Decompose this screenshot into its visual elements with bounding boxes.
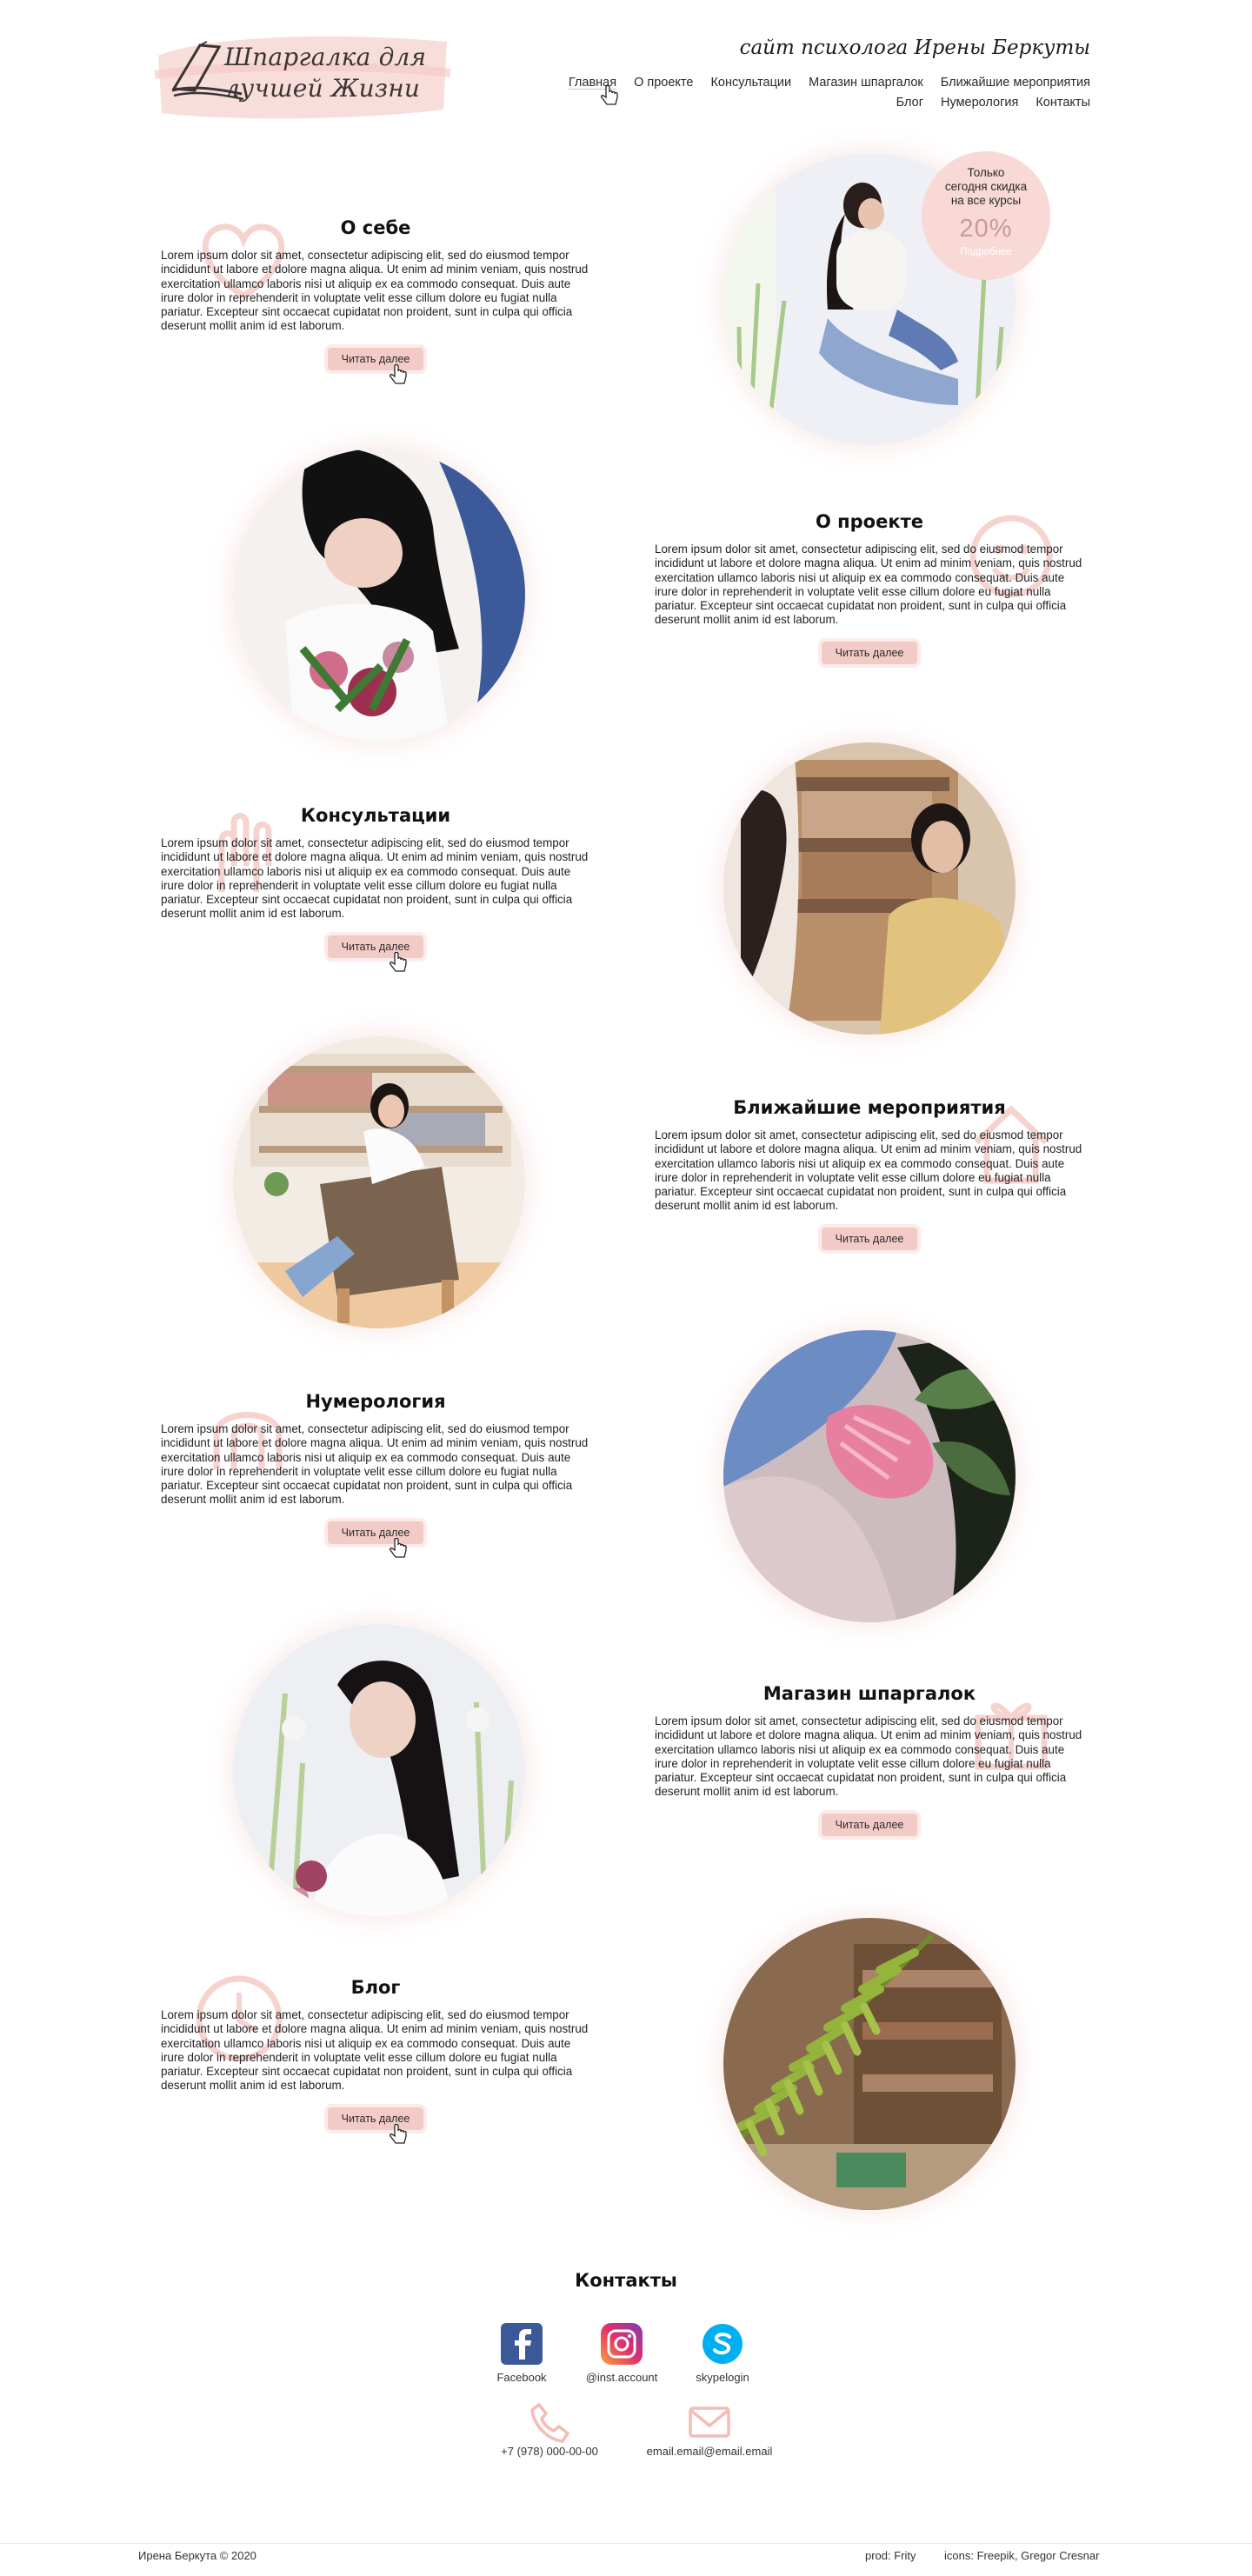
phone-contact[interactable]: +7 (978) 000-00-00 (471, 2398, 628, 2458)
promo-more-link[interactable]: Подробнее (922, 247, 1050, 257)
site-logo[interactable]: Шпаргалка для лучшей Жизни (153, 30, 452, 123)
photo-woman-smiling (233, 1624, 525, 1916)
section-title: О себе (340, 217, 411, 238)
facebook-link[interactable]: Facebook (474, 2321, 569, 2386)
section-blog: Блог Lorem ipsum dolor sit amet, consect… (161, 1975, 590, 2144)
section-text: Lorem ipsum dolor sit amet, consectetur … (655, 1128, 1082, 1213)
section-text: Lorem ipsum dolor sit amet, consectetur … (655, 542, 1082, 627)
read-more-button[interactable]: Читать далее (822, 641, 917, 664)
section-shop: Магазин шпаргалок Lorem ipsum dolor sit … (655, 1683, 1084, 1836)
skype-link[interactable]: skypelogin (675, 2321, 770, 2386)
nav-item-about-project[interactable]: О проекте (634, 73, 693, 93)
section-text: Lorem ipsum dolor sit amet, consectetur … (161, 249, 589, 333)
footer-copyright: Ирена Беркута © 2020 (138, 2549, 256, 2562)
footer-divider (0, 2543, 1252, 2544)
promo-percent: 20% (959, 215, 1013, 243)
nav-item-shop[interactable]: Магазин шпаргалок (809, 73, 923, 93)
read-more-button[interactable]: Читать далее (822, 1227, 917, 1250)
instagram-icon (601, 2323, 643, 2365)
nav-item-blog[interactable]: Блог (896, 93, 923, 113)
photo-woman-armchair (233, 1036, 525, 1328)
hand-cursor-icon (389, 1537, 407, 1558)
section-title: Нумерология (305, 1391, 446, 1412)
promo-line-3: на все курсы (950, 194, 1022, 207)
phone-icon (530, 2403, 569, 2443)
section-upcoming-events: Ближайшие мероприятия Lorem ipsum dolor … (655, 1097, 1084, 1250)
read-more-button[interactable]: Читать далее (328, 935, 423, 958)
section-consultations: Консультации Lorem ipsum dolor sit amet,… (161, 805, 590, 972)
photo-protea-flower (723, 1330, 1016, 1622)
email-contact[interactable]: email.email@email.email (631, 2398, 788, 2458)
section-title: Ближайшие мероприятия (733, 1097, 1006, 1118)
photo-woman-flowers (233, 449, 525, 741)
phone-number: +7 (978) 000-00-00 (501, 2445, 598, 2458)
nav-item-events[interactable]: Ближайшие мероприятия (941, 73, 1090, 93)
instagram-label: @inst.account (585, 2371, 658, 2384)
hand-cursor-icon (389, 2123, 407, 2144)
section-text: Lorem ipsum dolor sit amet, consectetur … (161, 836, 589, 921)
read-more-button[interactable]: Читать далее (328, 1521, 423, 1544)
nav-item-contacts[interactable]: Контакты (1036, 93, 1090, 113)
section-text: Lorem ipsum dolor sit amet, consectetur … (161, 1422, 589, 1507)
photo-fern-library (723, 1918, 1016, 2210)
hand-cursor-icon (600, 85, 618, 105)
footer-icons-credit: icons: Freepik, Gregor Cresnar (944, 2549, 1100, 2562)
facebook-label: Facebook (496, 2371, 547, 2384)
hand-cursor-icon (389, 363, 407, 384)
instagram-link[interactable]: @inst.account (574, 2321, 669, 2386)
section-numerology: Нумерология Lorem ipsum dolor sit amet, … (161, 1391, 590, 1558)
section-title: О проекте (815, 511, 924, 532)
facebook-icon (501, 2323, 543, 2365)
read-more-button[interactable]: Читать далее (328, 2107, 423, 2130)
section-text: Lorem ipsum dolor sit amet, consectetur … (655, 1714, 1082, 1799)
discount-promo-badge[interactable]: Только сегодня скидка на все курсы 20% П… (922, 151, 1050, 280)
logo-text: Шпаргалка для лучшей Жизни (224, 43, 427, 103)
contacts-title: Контакты (575, 2270, 677, 2291)
read-more-button[interactable]: Читать далее (328, 347, 423, 370)
section-title: Магазин шпаргалок (763, 1683, 976, 1704)
email-address: email.email@email.email (646, 2445, 773, 2458)
envelope-icon (689, 2406, 730, 2438)
read-more-button[interactable]: Читать далее (822, 1813, 917, 1836)
section-about-me: О себе Lorem ipsum dolor sit amet, conse… (161, 217, 590, 384)
promo-line-2: сегодня скидка (944, 180, 1028, 193)
section-title: Блог (350, 1977, 401, 1998)
skype-icon (703, 2324, 743, 2364)
footer-production-credit: prod: Frity (865, 2549, 916, 2562)
promo-line-1: Только (967, 166, 1005, 179)
photo-consultation-mirror (723, 742, 1016, 1035)
section-about-project: О проекте Lorem ipsum dolor sit amet, co… (655, 511, 1084, 664)
section-text: Lorem ipsum dolor sit amet, consectetur … (161, 2008, 589, 2093)
hand-cursor-icon (389, 951, 407, 972)
nav-item-consultations[interactable]: Консультации (710, 73, 791, 93)
nav-item-numerology[interactable]: Нумерология (941, 93, 1018, 113)
skype-label: skypelogin (696, 2371, 749, 2384)
site-title: сайт психолога Ирены Беркуты (739, 37, 1090, 59)
section-title: Консультации (300, 805, 451, 826)
